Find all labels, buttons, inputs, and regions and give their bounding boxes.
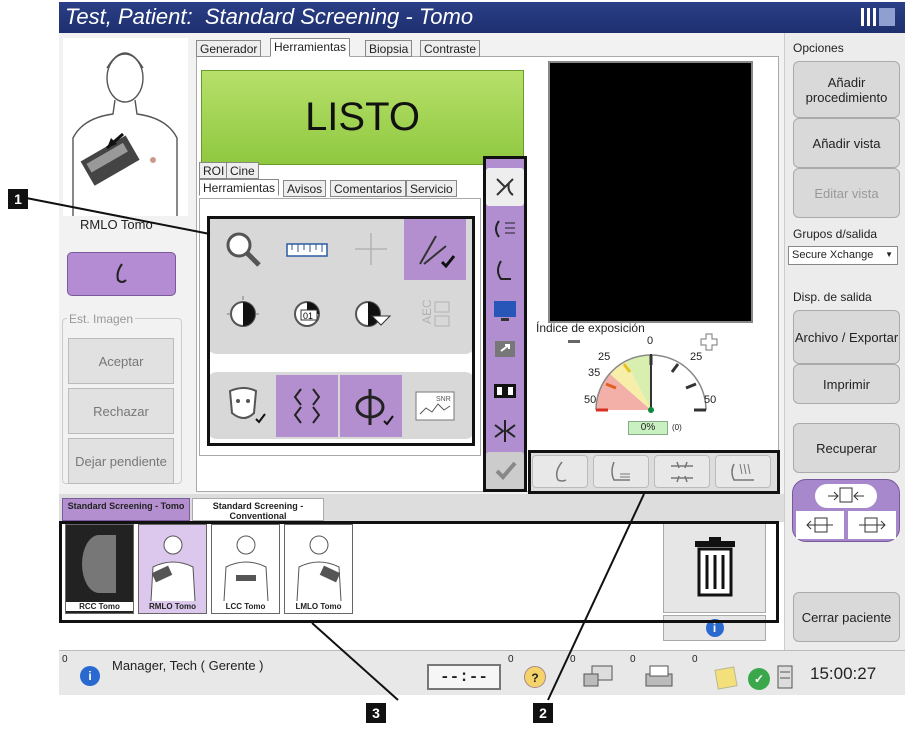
callout-1: 1: [8, 189, 28, 209]
callout-3: 3: [366, 703, 386, 723]
callout-leader-lines: [15, 195, 645, 701]
callout-2: 2: [533, 703, 553, 723]
